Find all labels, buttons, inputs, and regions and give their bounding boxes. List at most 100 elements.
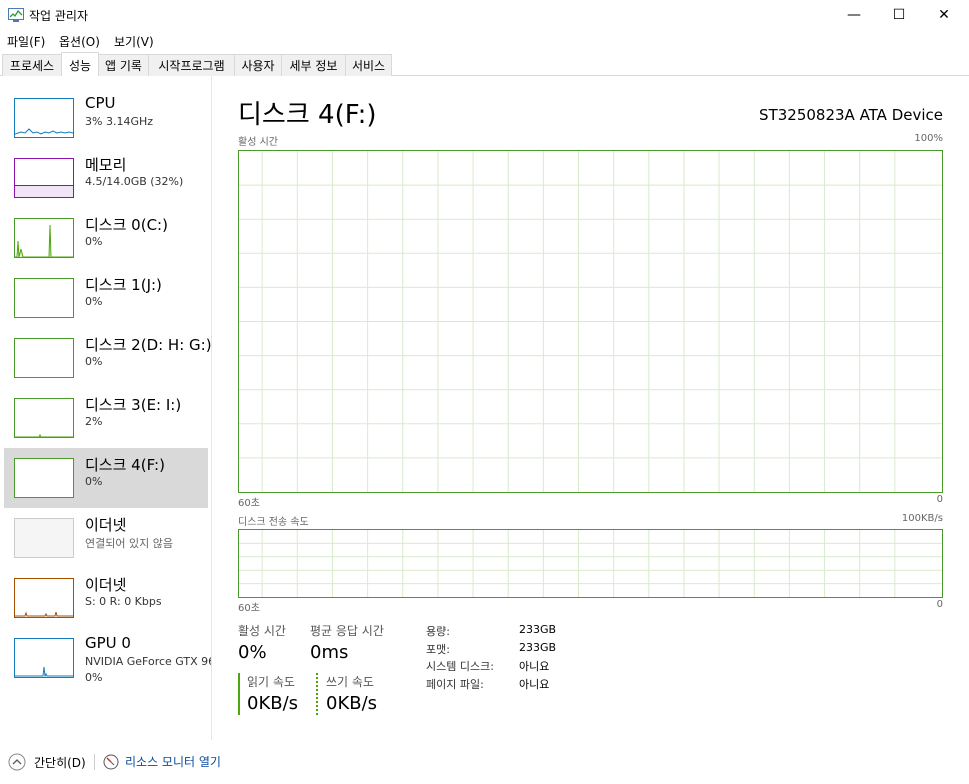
minimize-icon: —	[847, 7, 861, 23]
sidebar-item-label: CPU	[85, 94, 116, 112]
sidebar-item-label: 디스크 4(F:)	[85, 456, 165, 474]
active-time-graph-max: 100%	[914, 133, 943, 144]
disk1-thumbnail-graph	[14, 278, 74, 318]
write-speed-indicator	[316, 673, 318, 715]
sidebar-item-label: 디스크 0(C:)	[85, 216, 168, 234]
menu-options[interactable]: 옵션(O)	[59, 33, 100, 50]
transfer-rate-grid	[239, 530, 942, 597]
response-time-stat-value: 0ms	[310, 642, 349, 663]
response-time-stat-label: 평균 응답 시간	[310, 624, 384, 638]
footer-divider	[94, 754, 95, 770]
tab-app-history[interactable]: 앱 기록	[98, 54, 149, 76]
gpu-thumbnail-graph	[14, 638, 74, 678]
menu-view[interactable]: 보기(V)	[114, 33, 154, 50]
transfer-graph-label: 디스크 전송 속도	[238, 517, 309, 528]
device-name: ST3250823A ATA Device	[759, 106, 943, 124]
sidebar-item-disk-1[interactable]: 디스크 1(J:) 0%	[4, 268, 208, 328]
system-disk-value: 아니요	[519, 660, 550, 673]
ethernet1-thumbnail-graph	[14, 518, 74, 558]
window-title: 작업 관리자	[29, 9, 89, 23]
disk3-thumbnail-graph	[14, 398, 74, 438]
active-time-stat-label: 활성 시간	[238, 624, 286, 638]
read-speed-label: 읽기 속도	[247, 675, 295, 689]
resource-monitor-icon	[103, 754, 119, 769]
menu-file[interactable]: 파일(F)	[7, 33, 45, 50]
page-file-label: 페이지 파일:	[426, 678, 484, 691]
task-manager-icon	[8, 8, 24, 22]
disk4-thumbnail-graph	[14, 458, 74, 498]
sidebar-item-cpu[interactable]: CPU 3% 3.14GHz	[4, 88, 208, 148]
fewer-details-label: 간단히(D)	[34, 755, 86, 770]
tab-performance[interactable]: 성능	[61, 52, 99, 77]
fewer-details-button[interactable]: 간단히(D)	[8, 753, 86, 771]
read-speed-indicator	[238, 673, 240, 715]
tab-details[interactable]: 세부 정보	[281, 54, 346, 76]
sidebar-item-value: S: 0 R: 0 Kbps	[85, 595, 162, 608]
active-time-axis-left: 60초	[238, 498, 260, 509]
sidebar-item-disk-3[interactable]: 디스크 3(E: I:) 2%	[4, 388, 208, 448]
close-icon: ✕	[938, 7, 950, 23]
disk-detail-panel: 디스크 4(F:) ST3250823A ATA Device 활성 시간 10…	[212, 76, 969, 740]
tab-startup[interactable]: 시작프로그램	[148, 54, 235, 76]
chevron-up-icon	[8, 753, 26, 771]
formatted-label: 포맷:	[426, 643, 450, 656]
footer-bar: 간단히(D) 리소스 모니터 열기	[0, 740, 969, 784]
capacity-value: 233GB	[519, 623, 557, 636]
sidebar-item-label: 디스크 3(E: I:)	[85, 396, 182, 414]
sidebar-item-value: 0%	[85, 235, 103, 248]
sidebar-item-usage: 0%	[85, 671, 103, 684]
system-disk-label: 시스템 디스크:	[426, 660, 494, 673]
sidebar-item-ethernet-2[interactable]: 이더넷 S: 0 R: 0 Kbps	[4, 568, 208, 628]
tab-bar: 프로세스 성능 앱 기록 시작프로그램 사용자 세부 정보 서비스	[0, 52, 969, 77]
maximize-button[interactable]: ☐	[876, 0, 922, 30]
maximize-icon: ☐	[892, 7, 906, 23]
active-time-stat-value: 0%	[238, 642, 267, 663]
resource-monitor-label: 리소스 모니터 열기	[125, 755, 221, 769]
sidebar-item-ethernet-1[interactable]: 이더넷 연결되어 있지 않음	[4, 508, 208, 568]
page-title: 디스크 4(F:)	[238, 100, 377, 130]
transfer-rate-graph	[238, 529, 943, 598]
sidebar-item-value: 0%	[85, 355, 103, 368]
sidebar-item-value: 4.5/14.0GB (32%)	[85, 175, 184, 188]
active-time-axis-right: 0	[936, 494, 943, 505]
page-file-value: 아니요	[519, 678, 550, 691]
active-time-graph-label: 활성 시간	[238, 137, 278, 148]
sidebar-item-disk-4[interactable]: 디스크 4(F:) 0%	[4, 448, 208, 508]
sidebar-item-value: 0%	[85, 295, 103, 308]
sidebar-item-value: 0%	[85, 475, 103, 488]
sidebar-item-label: 디스크 2(D: H: G:)	[85, 336, 212, 354]
sidebar-item-gpu-0[interactable]: GPU 0 NVIDIA GeForce GTX 960 0%	[4, 628, 211, 688]
sidebar-item-value: 2%	[85, 415, 103, 428]
formatted-value: 233GB	[519, 641, 557, 654]
close-button[interactable]: ✕	[921, 0, 967, 30]
tab-services[interactable]: 서비스	[345, 54, 392, 76]
sidebar-item-disk-0[interactable]: 디스크 0(C:) 0%	[4, 208, 208, 268]
sidebar-item-memory[interactable]: 메모리 4.5/14.0GB (32%)	[4, 148, 208, 208]
disk2-thumbnail-graph	[14, 338, 74, 378]
performance-content: CPU 3% 3.14GHz 메모리 4.5/14.0GB (32%) 디스크 …	[0, 76, 969, 740]
tab-users[interactable]: 사용자	[234, 54, 282, 76]
sidebar-item-value: NVIDIA GeForce GTX 960	[85, 655, 212, 668]
sidebar-item-label: GPU 0	[85, 634, 131, 652]
active-time-graph	[238, 150, 943, 493]
capacity-label: 용량:	[426, 625, 450, 638]
sidebar-item-value: 연결되어 있지 않음	[85, 537, 173, 550]
ethernet2-thumbnail-graph	[14, 578, 74, 618]
transfer-axis-right: 0	[936, 599, 943, 610]
transfer-axis-left: 60초	[238, 603, 260, 614]
sidebar-item-value: 3% 3.14GHz	[85, 115, 154, 128]
disk0-thumbnail-graph	[14, 218, 74, 258]
memory-thumbnail-graph	[14, 158, 74, 198]
title-bar: 작업 관리자 — ☐ ✕	[0, 0, 969, 30]
write-speed-value: 0KB/s	[326, 693, 378, 714]
sidebar-item-label: 디스크 1(J:)	[85, 276, 162, 294]
menu-bar: 파일(F) 옵션(O) 보기(V)	[0, 30, 969, 52]
transfer-graph-max: 100KB/s	[901, 513, 943, 524]
resource-monitor-link[interactable]: 리소스 모니터 열기	[103, 753, 221, 770]
sidebar-item-label: 이더넷	[85, 516, 127, 534]
tab-processes[interactable]: 프로세스	[2, 54, 62, 76]
minimize-button[interactable]: —	[831, 0, 877, 30]
sidebar-item-disk-2[interactable]: 디스크 2(D: H: G:) 0%	[4, 328, 211, 388]
sidebar-item-label: 메모리	[85, 156, 127, 174]
sidebar-item-label: 이더넷	[85, 576, 127, 594]
